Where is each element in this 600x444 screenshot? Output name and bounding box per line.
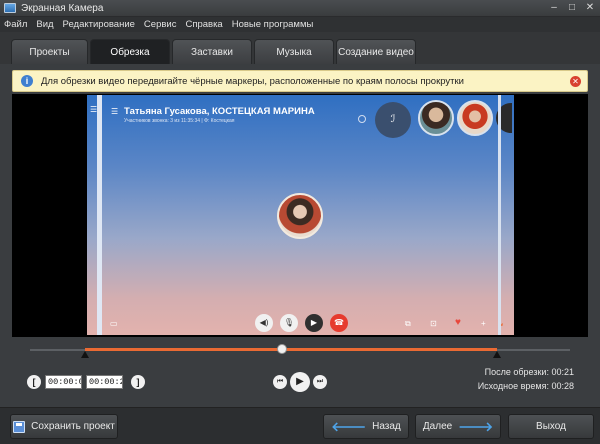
screen-share-icon: ⧉ [405, 319, 411, 328]
microphone-icon: 🎙 [280, 314, 298, 332]
camera-app-icon [4, 3, 16, 13]
after-trim-info: После обрезки: 00:21 [485, 367, 574, 377]
trim-end-marker[interactable] [493, 351, 501, 358]
camera-icon: ▶ [305, 314, 323, 332]
playhead[interactable] [277, 344, 287, 354]
avatar [418, 100, 454, 136]
title-bar: Экранная Камера ‒ □ ✕ [0, 0, 600, 17]
video-frame: ☰ ☰ Татьяна Гусакова, КОСТЕЦКАЯ МАРИНА У… [87, 95, 514, 335]
avatar [277, 193, 323, 239]
minimize-button[interactable]: ‒ [548, 2, 560, 14]
save-project-label: Сохранить проект [31, 421, 115, 432]
close-icon[interactable]: ✕ [570, 76, 581, 87]
menu-edit[interactable]: Редактирование [63, 19, 135, 30]
trim-hint-bar: i Для обрезки видео передвигайте чёрные … [12, 70, 588, 92]
window-title: Экранная Камера [21, 2, 104, 14]
set-end-button[interactable]: ] [131, 375, 145, 389]
trim-selection [85, 348, 497, 351]
heart-icon: ♥ [455, 317, 461, 328]
tab-projects[interactable]: Проекты [11, 39, 88, 64]
trim-edge-left [97, 95, 102, 335]
window-controls: ‒ □ ✕ [548, 2, 596, 14]
skip-back-icon[interactable]: ⏮ [273, 375, 287, 389]
avatar: ℐ [375, 102, 411, 138]
chat-icon: ▭ [110, 319, 118, 328]
save-project-button[interactable]: Сохранить проект [10, 414, 118, 439]
set-start-button[interactable]: [ [27, 375, 41, 389]
tab-intros[interactable]: Заставки [172, 39, 252, 64]
tab-music[interactable]: Музыка [254, 39, 334, 64]
hangup-icon: ☎ [330, 314, 348, 332]
menu-file[interactable]: Файл [4, 19, 27, 30]
back-button[interactable]: 🡐 Назад [323, 414, 409, 439]
trim-start-marker[interactable] [81, 351, 89, 358]
back-label: Назад [372, 421, 401, 432]
menu-help[interactable]: Справка [185, 19, 222, 30]
tab-trim[interactable]: Обрезка [90, 39, 170, 64]
tab-create-video[interactable]: Создание видео [336, 39, 416, 64]
end-time-field[interactable] [86, 375, 123, 389]
menu-service[interactable]: Сервис [144, 19, 177, 30]
menu-icon: ☰ [111, 107, 119, 116]
after-trim-label: После обрезки: [484, 367, 549, 377]
floppy-icon [13, 420, 26, 433]
after-trim-value: 00:21 [551, 367, 574, 377]
exit-label: Выход [536, 421, 566, 432]
gear-icon [358, 115, 366, 123]
source-time-label: Исходное время: [477, 381, 549, 391]
arrow-right-icon: 🡒 [458, 418, 494, 434]
info-icon: i [21, 75, 33, 87]
next-button[interactable]: Далее 🡒 [415, 414, 501, 439]
add-icon: + [481, 319, 486, 328]
menu-view[interactable]: Вид [36, 19, 53, 30]
trim-edge-right [498, 95, 501, 335]
avatar [457, 100, 493, 136]
start-time-field[interactable] [45, 375, 82, 389]
tab-bar: Проекты Обрезка Заставки Музыка Создание… [0, 32, 600, 64]
play-icon[interactable]: ▶ [290, 372, 310, 392]
close-button[interactable]: ✕ [584, 2, 596, 14]
snapshot-icon: ⊡ [430, 319, 437, 328]
arrow-left-icon: 🡐 [331, 418, 367, 434]
maximize-button[interactable]: □ [566, 2, 578, 14]
skip-forward-icon[interactable]: ⏭ [313, 375, 327, 389]
source-time-value: 00:28 [551, 381, 574, 391]
trim-hint-text: Для обрезки видео передвигайте чёрные ма… [41, 75, 464, 87]
call-subtitle: Участников звонка: 3 из 11:35:34 | Ф: Ко… [124, 118, 235, 124]
menu-new-programs[interactable]: Новые программы [232, 19, 314, 30]
source-time-info: Исходное время: 00:28 [478, 381, 574, 391]
exit-button[interactable]: Выход [508, 414, 594, 439]
speaker-icon: ◀) [255, 314, 273, 332]
call-title: Татьяна Гусакова, КОСТЕЦКАЯ МАРИНА [124, 106, 315, 117]
menu-bar: Файл Вид Редактирование Сервис Справка Н… [0, 17, 600, 32]
next-label: Далее [422, 421, 453, 432]
